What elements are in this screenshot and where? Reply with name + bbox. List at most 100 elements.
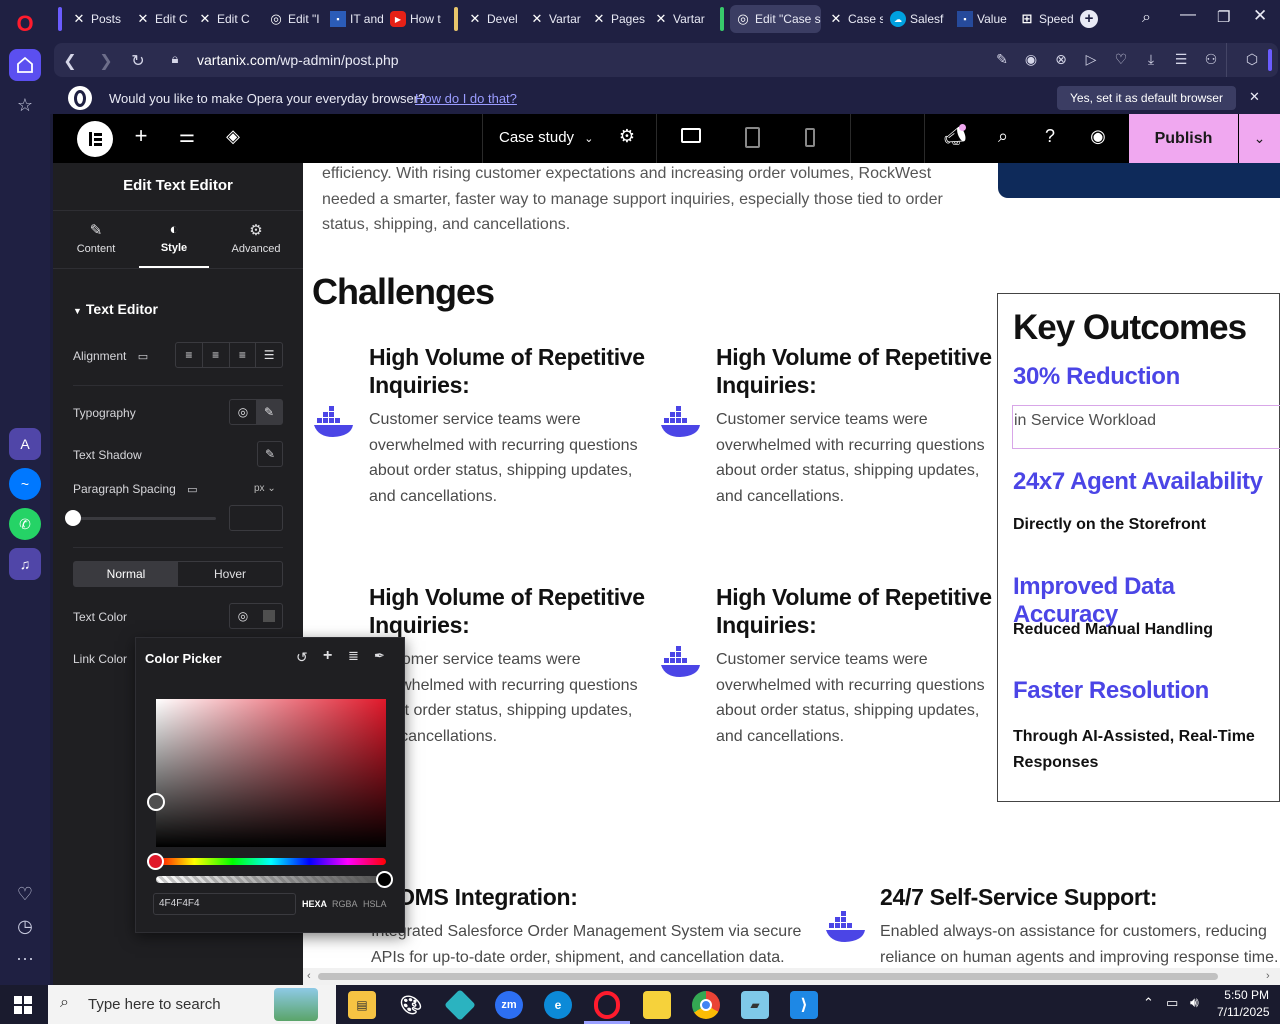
- slider-track[interactable]: [73, 517, 216, 520]
- chevron-up-icon[interactable]: ⌃: [1143, 995, 1154, 1011]
- hue-handle[interactable]: [147, 853, 164, 870]
- reload-icon[interactable]: ↻: [127, 51, 149, 71]
- scroll-left-icon[interactable]: ‹: [307, 970, 311, 982]
- edit-pencil-icon[interactable]: ✎: [256, 400, 282, 424]
- tab[interactable]: ✕ Devel: [462, 5, 522, 33]
- maximize-icon[interactable]: ❐: [1217, 8, 1230, 26]
- history-icon[interactable]: ◷: [9, 910, 41, 942]
- menu-icon[interactable]: ☰: [1170, 51, 1192, 68]
- tab[interactable]: ⊞ Speed: [1014, 5, 1074, 33]
- align-center-icon[interactable]: ≡: [201, 343, 229, 367]
- back-icon[interactable]: ❮: [59, 51, 81, 71]
- state-hover-tab[interactable]: Hover: [178, 562, 282, 586]
- heart-icon[interactable]: ♡: [1110, 51, 1132, 68]
- saturation-area[interactable]: [156, 699, 386, 847]
- scroll-right-icon[interactable]: ›: [1266, 970, 1270, 982]
- taskbar-search-box[interactable]: ⌕ Type here to search: [48, 985, 336, 1024]
- search-tabs-icon[interactable]: ⌕: [1142, 9, 1151, 27]
- search-icon[interactable]: ⌕: [990, 126, 1016, 147]
- align-left-icon[interactable]: ≡: [176, 343, 202, 367]
- alpha-handle[interactable]: [376, 871, 393, 888]
- publish-button[interactable]: Publish: [1129, 114, 1238, 163]
- tab[interactable]: ✕ Pages: [586, 5, 646, 33]
- tab[interactable]: ◎ Edit "I: [263, 5, 323, 33]
- page-name-dropdown[interactable]: Case study ⌄: [499, 129, 593, 146]
- hue-slider[interactable]: [156, 858, 386, 865]
- more-icon[interactable]: ···: [9, 942, 41, 974]
- tab[interactable]: ✕ Posts: [66, 5, 128, 33]
- new-tab-button[interactable]: +: [1080, 10, 1098, 28]
- saturation-handle[interactable]: [147, 793, 165, 811]
- globe-icon[interactable]: ◎: [230, 400, 256, 424]
- horizontal-scrollbar[interactable]: ‹ ›: [303, 968, 1280, 985]
- extensions-icon[interactable]: ⬡: [1241, 51, 1263, 68]
- app-icon[interactable]: ▰: [741, 991, 769, 1019]
- mobile-view-icon[interactable]: [805, 128, 815, 147]
- mode-hexa[interactable]: HEXA: [302, 899, 327, 909]
- tab[interactable]: ☁ Salesf: [885, 5, 945, 33]
- network-icon[interactable]: ▭: [1166, 995, 1178, 1011]
- gear-icon[interactable]: ⚙: [614, 126, 640, 147]
- tab[interactable]: ▪ Value: [952, 5, 1012, 33]
- unit-selector[interactable]: px ⌄: [254, 483, 276, 494]
- tab[interactable]: ✕ Case s: [823, 5, 883, 33]
- slider-handle[interactable]: [65, 510, 81, 526]
- mode-rgba[interactable]: RGBA: [332, 899, 358, 909]
- volume-icon[interactable]: 🔊︎: [1190, 994, 1199, 1011]
- aria-icon[interactable]: A: [9, 428, 41, 460]
- global-colors-icon[interactable]: ≣: [348, 648, 359, 664]
- close-window-icon[interactable]: ✕: [1253, 6, 1267, 26]
- close-banner-icon[interactable]: ✕: [1249, 89, 1260, 105]
- tab[interactable]: ✕ Vartar: [648, 5, 708, 33]
- state-normal-tab[interactable]: Normal: [74, 562, 178, 586]
- add-swatch-icon[interactable]: +: [323, 647, 332, 665]
- download-icon[interactable]: ⤓: [1140, 51, 1162, 68]
- color-swatch[interactable]: [256, 604, 282, 628]
- opera-logo-icon[interactable]: O: [9, 8, 41, 40]
- tab[interactable]: ✕ Edit C: [130, 5, 190, 33]
- settings-sliders-icon[interactable]: ⚌: [174, 126, 200, 147]
- scrollbar-thumb[interactable]: [318, 973, 1218, 980]
- tab[interactable]: ▶ How t: [385, 5, 443, 33]
- camera-icon[interactable]: ◉: [1020, 51, 1042, 68]
- set-default-button[interactable]: Yes, set it as default browser: [1057, 86, 1236, 110]
- eyedropper-icon[interactable]: ✒: [374, 648, 385, 664]
- tablet-view-icon[interactable]: [745, 127, 760, 148]
- sticky-notes-icon[interactable]: [643, 991, 671, 1019]
- tab-content[interactable]: ✎ Content: [73, 221, 119, 255]
- mode-hsla[interactable]: HSLA: [363, 899, 387, 909]
- globe-icon[interactable]: ◎: [230, 604, 256, 628]
- desktop-view-icon[interactable]: [681, 128, 701, 143]
- alpha-slider[interactable]: [156, 876, 386, 883]
- edge-icon[interactable]: e: [544, 991, 572, 1019]
- tab[interactable]: ▪ IT and: [325, 5, 383, 33]
- add-element-icon[interactable]: +: [128, 123, 154, 149]
- app-icon[interactable]: [444, 989, 476, 1021]
- url-field[interactable]: vartanix.com/wp-admin/post.php: [197, 52, 399, 68]
- opera-icon[interactable]: [594, 991, 620, 1019]
- align-justify-icon[interactable]: ☰: [255, 343, 282, 367]
- tab-active[interactable]: ◎ Edit "Case s: [730, 5, 821, 33]
- tab[interactable]: ✕ Edit C: [192, 5, 252, 33]
- forward-icon[interactable]: ❯: [95, 51, 117, 71]
- send-icon[interactable]: ▷: [1080, 51, 1102, 68]
- layers-icon[interactable]: ◈: [220, 126, 246, 147]
- whatsapp-icon[interactable]: ✆: [9, 508, 41, 540]
- music-player-icon[interactable]: ♫: [9, 548, 41, 580]
- section-toggle[interactable]: ▼ Text Editor: [73, 301, 158, 317]
- align-right-icon[interactable]: ≡: [228, 343, 256, 367]
- reset-icon[interactable]: ↺: [296, 649, 308, 666]
- edit-pencil-icon[interactable]: ✎: [257, 441, 283, 467]
- edit-icon[interactable]: ✎: [991, 51, 1013, 68]
- profile-icon[interactable]: ⚇: [1200, 51, 1222, 68]
- tab-advanced[interactable]: ⚙ Advanced: [231, 221, 281, 255]
- tab[interactable]: ✕ Vartar: [524, 5, 584, 33]
- help-icon[interactable]: ?: [1037, 126, 1063, 147]
- clock[interactable]: 5:50 PM 7/11/2025: [1217, 988, 1270, 1019]
- shield-icon[interactable]: ⊗: [1050, 51, 1072, 68]
- paint-icon[interactable]: 🎨︎: [397, 991, 425, 1019]
- file-explorer-icon[interactable]: ▤: [348, 991, 376, 1019]
- vscode-icon[interactable]: ⟩: [790, 991, 818, 1019]
- elementor-logo-icon[interactable]: [77, 121, 113, 157]
- messenger-icon[interactable]: ~: [9, 468, 41, 500]
